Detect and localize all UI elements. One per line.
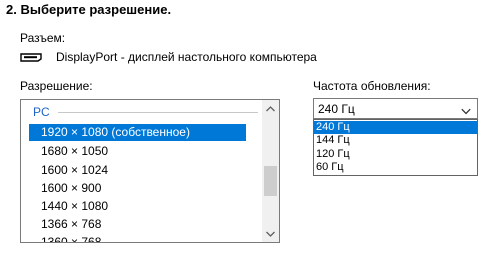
resolution-group-header: PC: [33, 105, 258, 119]
connector-label: Разъем:: [20, 31, 66, 45]
chevron-down-icon: [461, 104, 471, 118]
refresh-rate-select[interactable]: 240 Гц: [313, 98, 478, 119]
resolution-item[interactable]: 1920 × 1080 (собственное): [29, 124, 246, 141]
scroll-up-icon[interactable]: [262, 100, 279, 117]
connector-row: DisplayPort - дисплей настольного компью…: [20, 50, 317, 64]
refresh-rate-options: 240 Гц 144 Гц 120 Гц 60 Гц: [313, 119, 478, 176]
displayport-icon: [20, 52, 42, 62]
resolution-item[interactable]: 1680 × 1050: [29, 143, 246, 160]
scroll-down-icon[interactable]: [262, 225, 279, 242]
resolution-item[interactable]: 1440 × 1080: [29, 198, 246, 215]
refresh-rate-option[interactable]: 120 Гц: [314, 148, 477, 161]
refresh-rate-option[interactable]: 60 Гц: [314, 161, 477, 174]
resolution-item[interactable]: 1366 × 768: [29, 216, 246, 233]
display-resolution-panel: 2. Выберите разрешение. Разъем: DisplayP…: [0, 0, 489, 255]
resolution-group-label: PC: [33, 105, 50, 119]
resolution-item[interactable]: 1600 × 1024: [29, 162, 246, 179]
section-title: 2. Выберите разрешение.: [6, 2, 172, 17]
refresh-rate-option[interactable]: 240 Гц: [314, 121, 477, 134]
resolution-list[interactable]: PC 1920 × 1080 (собственное) 1680 × 1050…: [20, 99, 280, 243]
connector-name: DisplayPort - дисплей настольного компью…: [56, 50, 317, 64]
resolution-item[interactable]: 1360 × 768: [29, 234, 246, 242]
refresh-rate-option[interactable]: 144 Гц: [314, 134, 477, 147]
refresh-rate-value: 240 Гц: [318, 102, 355, 116]
refresh-rate-label: Частота обновления:: [313, 79, 431, 93]
resolution-list-items: PC 1920 × 1080 (собственное) 1680 × 1050…: [21, 100, 262, 242]
group-divider: [57, 111, 258, 113]
scrollbar-thumb[interactable]: [264, 166, 277, 196]
resolution-scrollbar[interactable]: [262, 100, 279, 242]
resolution-item[interactable]: 1600 × 900: [29, 180, 246, 197]
resolution-label: Разрешение:: [20, 79, 93, 93]
